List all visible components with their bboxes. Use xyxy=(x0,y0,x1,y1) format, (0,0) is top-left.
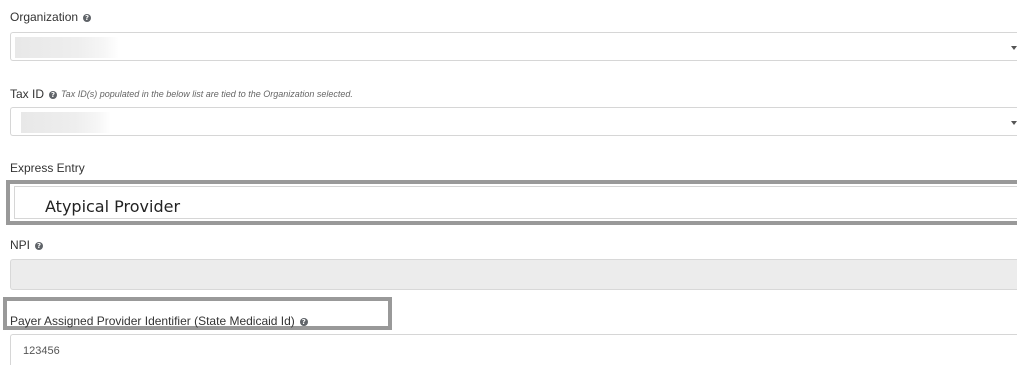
help-icon[interactable]: ? xyxy=(49,91,58,99)
help-icon[interactable]: ? xyxy=(35,242,44,250)
tax-id-hint: Tax ID(s) populated in the below list ar… xyxy=(61,89,353,99)
organization-select[interactable] xyxy=(10,32,1017,61)
payer-id-label: Payer Assigned Provider Identifier (Stat… xyxy=(10,314,308,328)
payer-id-field[interactable]: 123456 xyxy=(10,334,1017,365)
organization-redacted-value xyxy=(15,37,119,58)
chevron-down-icon[interactable] xyxy=(1011,121,1017,125)
tax-id-label: Tax ID? Tax ID(s) populated in the below … xyxy=(10,87,353,101)
tax-id-label-text: Tax ID xyxy=(10,87,45,101)
payer-id-value: 123456 xyxy=(23,345,60,357)
npi-label: NPI? xyxy=(10,238,44,252)
help-icon[interactable]: ? xyxy=(299,318,308,326)
help-icon[interactable]: ? xyxy=(83,14,92,22)
express-entry-field[interactable]: Atypical Provider xyxy=(14,186,1017,219)
express-entry-highlight: Atypical Provider xyxy=(6,180,1017,225)
express-entry-label: Express Entry xyxy=(10,161,85,175)
chevron-down-icon[interactable] xyxy=(1011,46,1017,50)
npi-label-text: NPI xyxy=(10,238,31,252)
tax-id-select[interactable] xyxy=(10,107,1017,136)
payer-id-label-text: Payer Assigned Provider Identifier (Stat… xyxy=(10,314,295,328)
express-entry-value: Atypical Provider xyxy=(45,197,181,216)
tax-id-redacted-value xyxy=(21,112,111,133)
npi-field xyxy=(10,259,1017,290)
organization-label: Organization? xyxy=(10,10,92,24)
organization-label-text: Organization xyxy=(10,10,79,24)
